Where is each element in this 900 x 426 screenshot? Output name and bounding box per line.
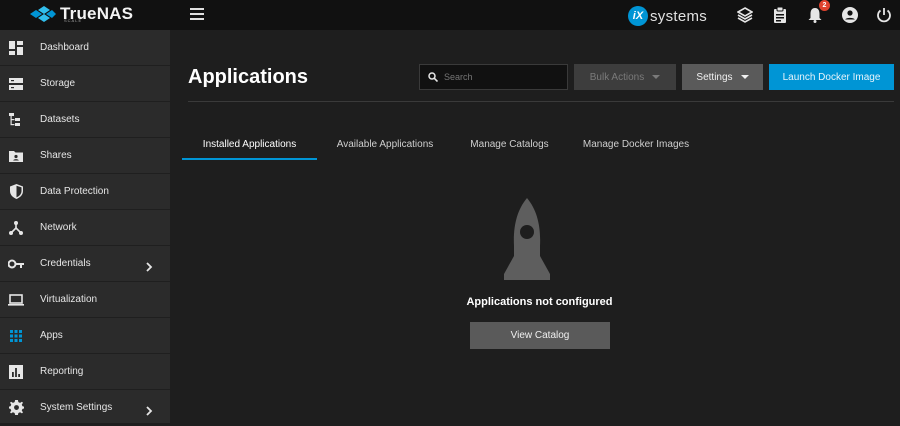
sidebar-item-storage[interactable]: Storage [0,66,170,102]
sidebar-item-network[interactable]: Network [0,210,170,246]
chevron-right-icon [144,403,154,416]
header-divider [188,101,894,102]
sidebar-item-virtualization[interactable]: Virtualization [0,282,170,318]
sidebar-item-label: Reporting [40,366,84,377]
tab-label: Available Applications [336,138,434,150]
launch-docker-image-label: Launch Docker Image [782,71,881,83]
sidebar-item-dashboard[interactable]: Dashboard [0,30,170,66]
shield-icon [8,184,24,200]
view-catalog-label: View Catalog [510,330,570,341]
tab-manage-docker-images[interactable]: Manage Docker Images [566,128,706,160]
tab-label: Installed Applications [202,138,297,150]
sidebar-item-label: Shares [40,150,72,161]
view-catalog-button[interactable]: View Catalog [470,322,610,349]
power-icon[interactable] [874,5,894,25]
tab-manage-catalogs[interactable]: Manage Catalogs [453,128,566,160]
settings-button[interactable]: Settings [682,64,763,90]
key-icon [8,256,24,272]
sidebar-item-label: Apps [40,330,63,341]
reporting-icon [8,364,24,380]
sidebar-item-label: Data Protection [40,186,109,197]
vendor-text: systems [650,7,708,25]
ix-mark: iX [628,6,648,26]
laptop-icon [8,292,24,308]
tab-installed-applications[interactable]: Installed Applications [182,128,317,160]
datasets-icon [8,112,24,128]
tab-available-applications[interactable]: Available Applications [317,128,453,160]
sidebar-item-label: Virtualization [40,294,98,305]
notification-count-badge: 2 [819,0,830,11]
empty-state: Applications not configured View Catalog [170,190,900,390]
sidebar-item-datasets[interactable]: Datasets [0,102,170,138]
chevron-right-icon [144,259,154,272]
sidebar-item-label: Datasets [40,114,80,125]
search-input[interactable] [444,72,564,82]
dashboard-icon [8,40,24,56]
network-icon [8,220,24,236]
ixsystems-logo[interactable]: iX systems [628,6,707,26]
sidebar-item-label: Storage [40,78,76,89]
gear-icon [8,400,24,416]
sidebar: Dashboard Storage Datasets Shares Data P… [0,30,170,426]
rocket-icon [504,198,550,280]
shares-icon [8,148,24,164]
launch-docker-image-button[interactable]: Launch Docker Image [769,64,894,90]
search-icon [428,72,438,82]
page-title: Applications [188,66,309,88]
sidebar-item-label: Credentials [40,258,91,269]
settings-label: Settings [696,71,733,83]
menu-toggle-button[interactable] [190,8,204,22]
chevron-down-icon [740,75,749,79]
brand-subtitle: SCALE [64,18,83,23]
sidebar-item-label: System Settings [40,402,113,413]
storage-icon [8,76,24,92]
empty-state-message: Applications not configured [466,296,613,308]
apps-grid-icon [8,328,24,344]
truecommand-icon[interactable] [735,5,755,25]
search-box[interactable] [419,64,568,90]
tab-bar: Installed Applications Available Applica… [182,128,706,160]
bulk-actions-button[interactable]: Bulk Actions [574,64,676,90]
chevron-down-icon [652,75,661,79]
main-content: Applications Bulk Actions Settings Launc… [170,30,900,423]
bulk-actions-label: Bulk Actions [589,71,645,83]
clipboard-icon[interactable] [770,5,790,25]
tab-label: Manage Docker Images [582,138,690,150]
tab-label: Manage Catalogs [470,138,549,150]
sidebar-item-label: Network [40,222,77,233]
sidebar-item-credentials[interactable]: Credentials [0,246,170,282]
sidebar-item-label: Dashboard [40,42,89,53]
sidebar-item-data-protection[interactable]: Data Protection [0,174,170,210]
account-icon[interactable] [840,5,860,25]
sidebar-item-system-settings[interactable]: System Settings [0,390,170,426]
top-bar: TrueNAS SCALE iX systems 2 [0,0,900,30]
truenas-logo-icon [30,6,56,22]
sidebar-item-apps[interactable]: Apps [0,318,170,354]
sidebar-item-reporting[interactable]: Reporting [0,354,170,390]
sidebar-item-shares[interactable]: Shares [0,138,170,174]
